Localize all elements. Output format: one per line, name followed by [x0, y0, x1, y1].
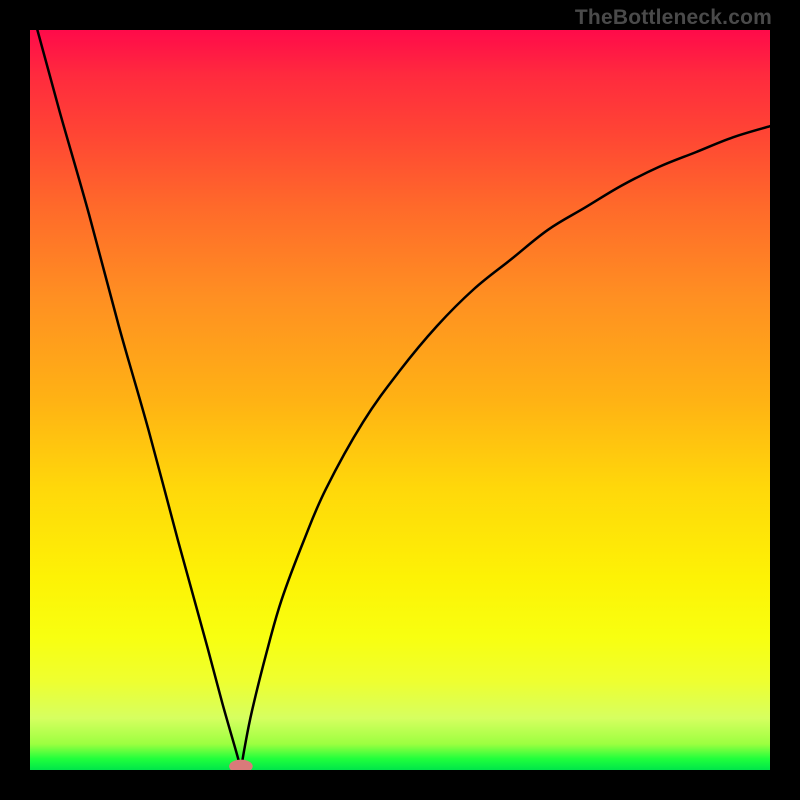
cusp-marker	[229, 760, 253, 770]
plot-area	[30, 30, 770, 770]
bottleneck-curve	[37, 30, 770, 770]
curve-right-branch	[241, 126, 770, 770]
chart-frame: TheBottleneck.com	[0, 0, 800, 800]
curve-layer	[30, 30, 770, 770]
brand-watermark: TheBottleneck.com	[575, 6, 772, 30]
curve-left-branch	[37, 30, 241, 770]
